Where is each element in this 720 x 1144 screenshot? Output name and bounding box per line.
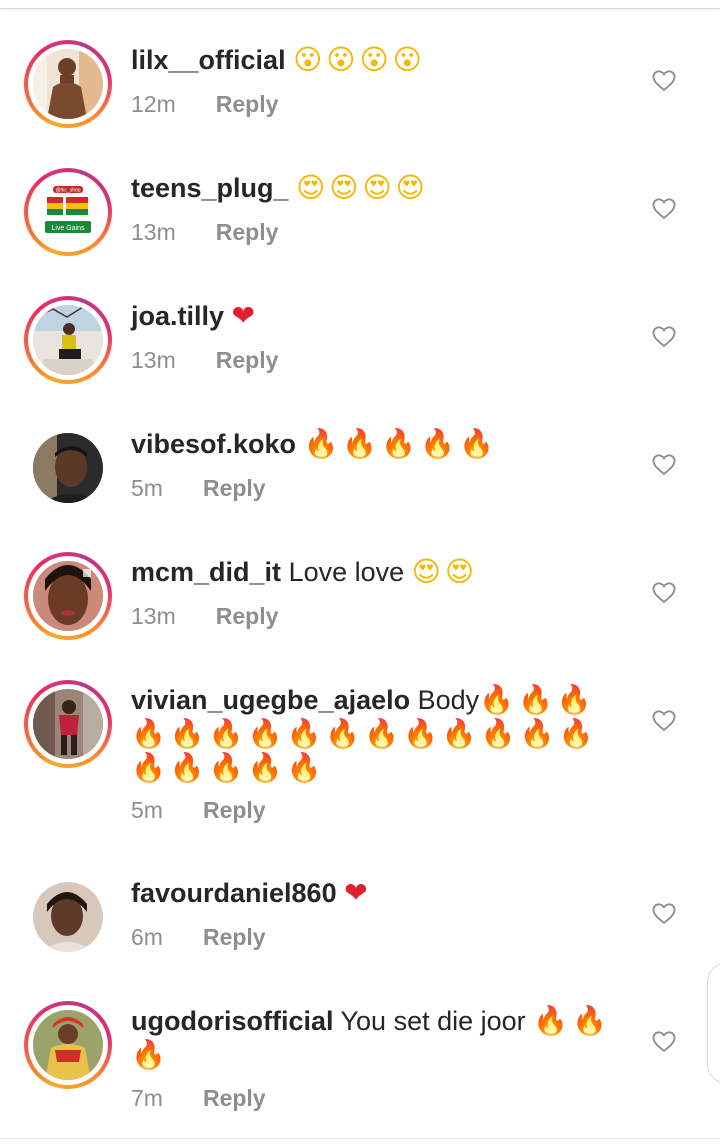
avatar[interactable] — [24, 424, 112, 512]
heart-outline-icon[interactable] — [650, 706, 678, 734]
reply-button[interactable]: Reply — [203, 923, 266, 951]
avatar-label: Live Gains — [51, 225, 85, 232]
avatar[interactable] — [24, 680, 112, 768]
comment-time: 13m — [131, 603, 176, 629]
heart-outline-icon[interactable] — [650, 1027, 678, 1055]
reply-button[interactable]: Reply — [216, 346, 279, 374]
comment-emoji: 😮😮😮😮 — [293, 43, 426, 76]
comment-username[interactable]: teens_plug_ — [131, 173, 289, 203]
avatar[interactable] — [24, 552, 112, 640]
avatar[interactable] — [24, 1001, 112, 1089]
reply-button[interactable]: Reply — [216, 90, 279, 118]
comment-username[interactable]: mcm_did_it — [131, 557, 281, 587]
comment-username[interactable]: vivian_ugegbe_ajaelo — [131, 685, 410, 715]
avatar-handle: @hic_shop — [55, 188, 80, 194]
comment-emoji: 😍😍 — [411, 555, 479, 588]
reply-button[interactable]: Reply — [216, 218, 279, 246]
comment-username[interactable]: ugodorisofficial — [131, 1006, 334, 1036]
comment-time: 5m — [131, 797, 163, 823]
comment-time: 13m — [131, 347, 176, 373]
comment-emoji: 😍😍😍😍 — [296, 171, 429, 204]
heart-outline-icon[interactable] — [650, 66, 678, 94]
side-drawer-handle[interactable] — [707, 962, 720, 1084]
heart-outline-icon[interactable] — [650, 450, 678, 478]
heart-outline-icon[interactable] — [650, 578, 678, 606]
comment-username[interactable]: joa.tilly — [131, 301, 224, 331]
heart-outline-icon[interactable] — [650, 899, 678, 927]
comment-emoji: ❤ — [231, 299, 260, 332]
top-divider — [0, 0, 720, 9]
avatar[interactable] — [24, 40, 112, 128]
comment-username[interactable]: favourdaniel860 — [131, 878, 337, 908]
comment-text: Body — [417, 685, 480, 715]
reply-button[interactable]: Reply — [203, 796, 266, 824]
comment-time: 5m — [131, 475, 163, 501]
comment-emoji: 🔥🔥🔥🔥🔥 — [303, 427, 498, 460]
reply-button[interactable]: Reply — [216, 602, 279, 630]
comment-text: You set die joor — [340, 1006, 526, 1036]
comment-text: Love love — [288, 557, 405, 587]
avatar[interactable] — [24, 873, 112, 961]
heart-outline-icon[interactable] — [650, 322, 678, 350]
comment-time: 13m — [131, 219, 176, 245]
reply-button[interactable]: Reply — [203, 1084, 266, 1112]
reply-button[interactable]: Reply — [203, 474, 266, 502]
heart-outline-icon[interactable] — [650, 194, 678, 222]
avatar[interactable]: Live Gains @hic_shop — [24, 168, 112, 256]
comment-time: 12m — [131, 91, 176, 117]
comment-time: 6m — [131, 924, 163, 950]
avatar[interactable] — [24, 296, 112, 384]
bottom-divider — [0, 1138, 720, 1139]
comment-time: 7m — [131, 1085, 163, 1111]
comment-username[interactable]: lilx__official — [131, 45, 286, 75]
comment-username[interactable]: vibesof.koko — [131, 429, 296, 459]
comment-emoji: ❤ — [344, 876, 372, 909]
